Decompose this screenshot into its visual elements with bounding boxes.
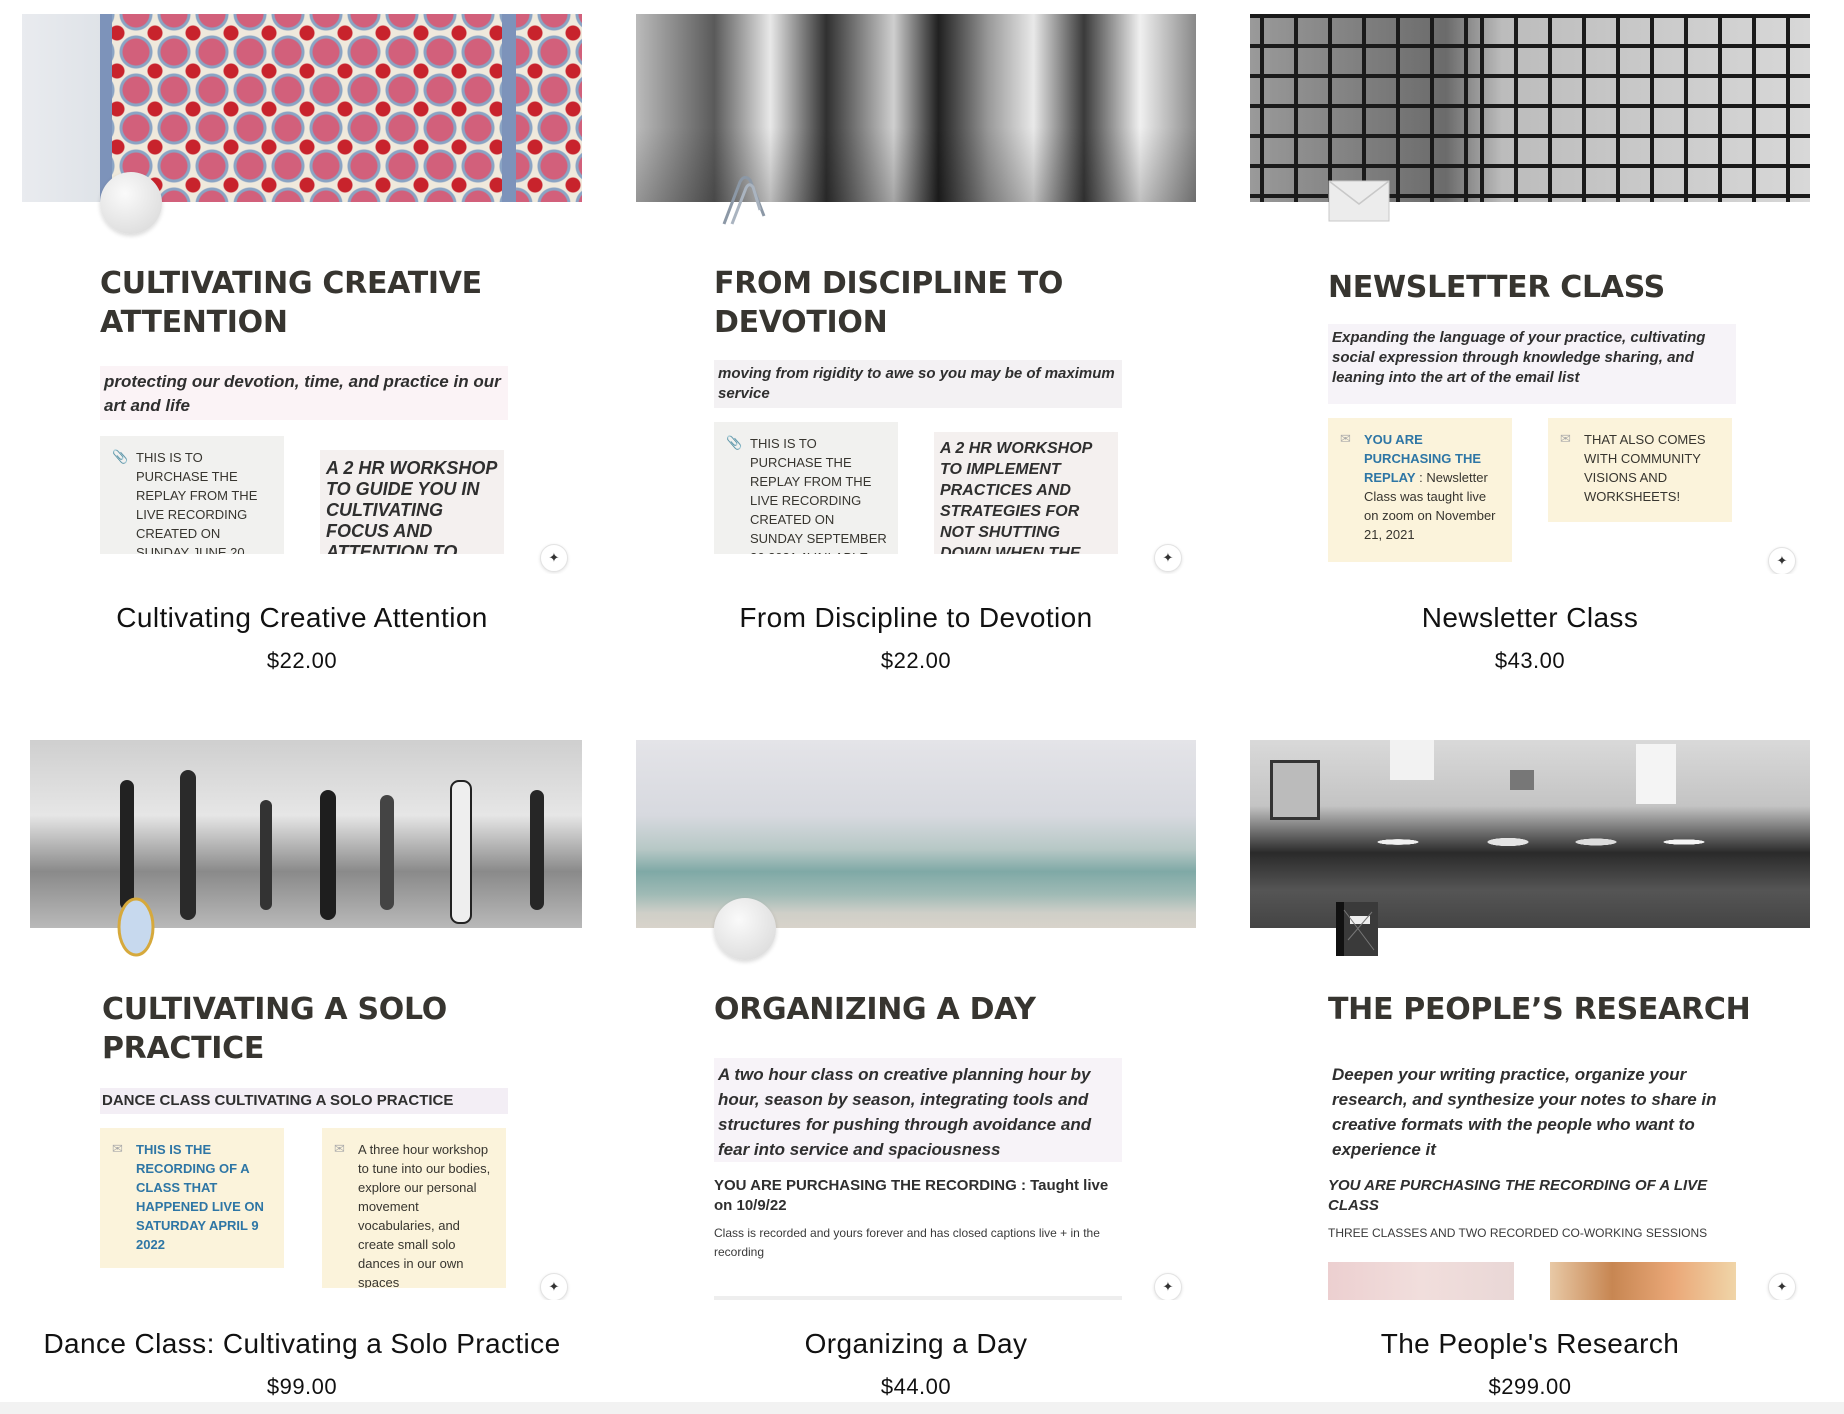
product-name[interactable]: Organizing a Day xyxy=(636,1328,1196,1360)
callout-right: A 2 HR WORKSHOP TO IMPLEMENT PRACTICES A… xyxy=(934,432,1118,556)
thumb-subtitle: DANCE CLASS CULTIVATING A SOLO PRACTICE xyxy=(100,1088,508,1114)
product-thumbnail[interactable]: ORGANIZING A DAY A two hour class on cre… xyxy=(636,740,1196,1300)
callout-left: 📎 THIS IS TO PURCHASE THE REPLAY FROM TH… xyxy=(100,436,284,556)
sparkle-icon[interactable]: ✦ xyxy=(1154,544,1182,572)
thumb-line-2: THREE CLASSES AND TWO RECORDED CO-WORKIN… xyxy=(1328,1226,1708,1240)
paperclip-icon: 📎 xyxy=(112,449,129,464)
product-price: $299.00 xyxy=(1488,1374,1572,1399)
thumb-title: ORGANIZING A DAY xyxy=(714,992,1036,1027)
callout-left: ✉ THIS IS THE RECORDING OF A CLASS THAT … xyxy=(100,1128,284,1268)
thumb-title: CULTIVATING A SOLO PRACTICE xyxy=(102,992,447,1066)
thumb-subtitle: moving from rigidity to awe so you may b… xyxy=(714,360,1122,408)
notebook-icon xyxy=(1334,900,1380,958)
circle-icon xyxy=(100,172,162,234)
sparkle-icon[interactable]: ✦ xyxy=(1768,547,1796,574)
product-price: $43.00 xyxy=(1494,648,1566,673)
quilt-cover-image xyxy=(22,14,582,202)
product-thumbnail[interactable]: THE PEOPLE’S RESEARCH Deepen your writin… xyxy=(1250,740,1810,1300)
callout-left: ✉ YOU ARE PURCHASING THE REPLAY : Newsle… xyxy=(1328,418,1512,562)
sparkle-icon[interactable]: ✦ xyxy=(540,1273,568,1300)
thumb-line-1: YOU ARE PURCHASING THE RECORDING : Taugh… xyxy=(714,1177,1109,1214)
product-name[interactable]: Cultivating Creative Attention xyxy=(22,602,582,634)
sparkle-icon[interactable]: ✦ xyxy=(1154,1273,1182,1300)
envelope-icon xyxy=(1328,180,1390,222)
product-thumbnail[interactable]: NEWSLETTER CLASS Expanding the language … xyxy=(1250,14,1810,574)
product-name[interactable]: The People's Research xyxy=(1250,1328,1810,1360)
mailroom-cover-image xyxy=(1250,14,1810,202)
thumb-subtitle: protecting our devotion, time, and pract… xyxy=(100,366,508,420)
product-thumbnail[interactable]: FROM DISCIPLINE TO DEVOTION moving from … xyxy=(636,14,1196,574)
sparkle-icon[interactable]: ✦ xyxy=(1768,1273,1796,1300)
thumb-title: THE PEOPLE’S RESEARCH xyxy=(1328,992,1751,1027)
thumb-line-2: Class is recorded and yours forever and … xyxy=(714,1226,1100,1259)
envelope-icon: ✉ xyxy=(334,1141,345,1156)
callout-right: ✉ A three hour workshop to tune into our… xyxy=(322,1128,506,1288)
thumb-subtitle: Deepen your writing practice, organize y… xyxy=(1328,1058,1736,1162)
product-price: $44.00 xyxy=(880,1374,952,1399)
thumb-line-1: YOU ARE PURCHASING THE RECORDING OF A LI… xyxy=(1328,1177,1708,1214)
envelope-icon: ✉ xyxy=(1340,431,1351,446)
thumb-subtitle: A two hour class on creative planning ho… xyxy=(714,1058,1122,1162)
page-bottom-edge xyxy=(0,1402,1844,1414)
dance-class-cover-image xyxy=(30,740,582,928)
product-thumbnail[interactable]: CULTIVATING CREATIVE ATTENTION protectin… xyxy=(22,14,582,574)
mirror-icon xyxy=(116,896,156,958)
callout-right: A 2 HR WORKSHOP TO GUIDE YOU IN CULTIVAT… xyxy=(320,450,504,556)
product-name[interactable]: Dance Class: Cultivating a Solo Practice xyxy=(2,1328,602,1360)
product-price: $22.00 xyxy=(880,648,952,673)
thumb-title: NEWSLETTER CLASS xyxy=(1328,270,1665,305)
embedded-image xyxy=(1328,1262,1514,1300)
thumb-title: FROM DISCIPLINE TO DEVOTION xyxy=(714,266,1064,340)
product-price: $22.00 xyxy=(266,648,338,673)
callout-left: 📎 THIS IS TO PURCHASE THE REPLAY FROM TH… xyxy=(714,422,898,556)
envelope-icon: ✉ xyxy=(112,1141,123,1156)
ocean-cover-image xyxy=(636,740,1196,928)
product-name[interactable]: Newsletter Class xyxy=(1250,602,1810,634)
product-price: $99.00 xyxy=(266,1374,338,1399)
sparkle-icon[interactable]: ✦ xyxy=(540,544,568,572)
thumb-subtitle: Expanding the language of your practice,… xyxy=(1328,324,1736,404)
envelope-icon: ✉ xyxy=(1560,431,1571,446)
embedded-image xyxy=(1550,1262,1736,1300)
callout-right: ✉ THAT ALSO COMES WITH COMMUNITY VISIONS… xyxy=(1548,418,1732,522)
product-name[interactable]: From Discipline to Devotion xyxy=(636,602,1196,634)
thumb-title: CULTIVATING CREATIVE ATTENTION xyxy=(100,266,482,340)
paperclip-icon: 📎 xyxy=(726,435,743,450)
product-thumbnail[interactable]: CULTIVATING A SOLO PRACTICE DANCE CLASS … xyxy=(22,740,582,1300)
circle-icon xyxy=(714,898,776,960)
paperclip-icon xyxy=(710,170,772,232)
